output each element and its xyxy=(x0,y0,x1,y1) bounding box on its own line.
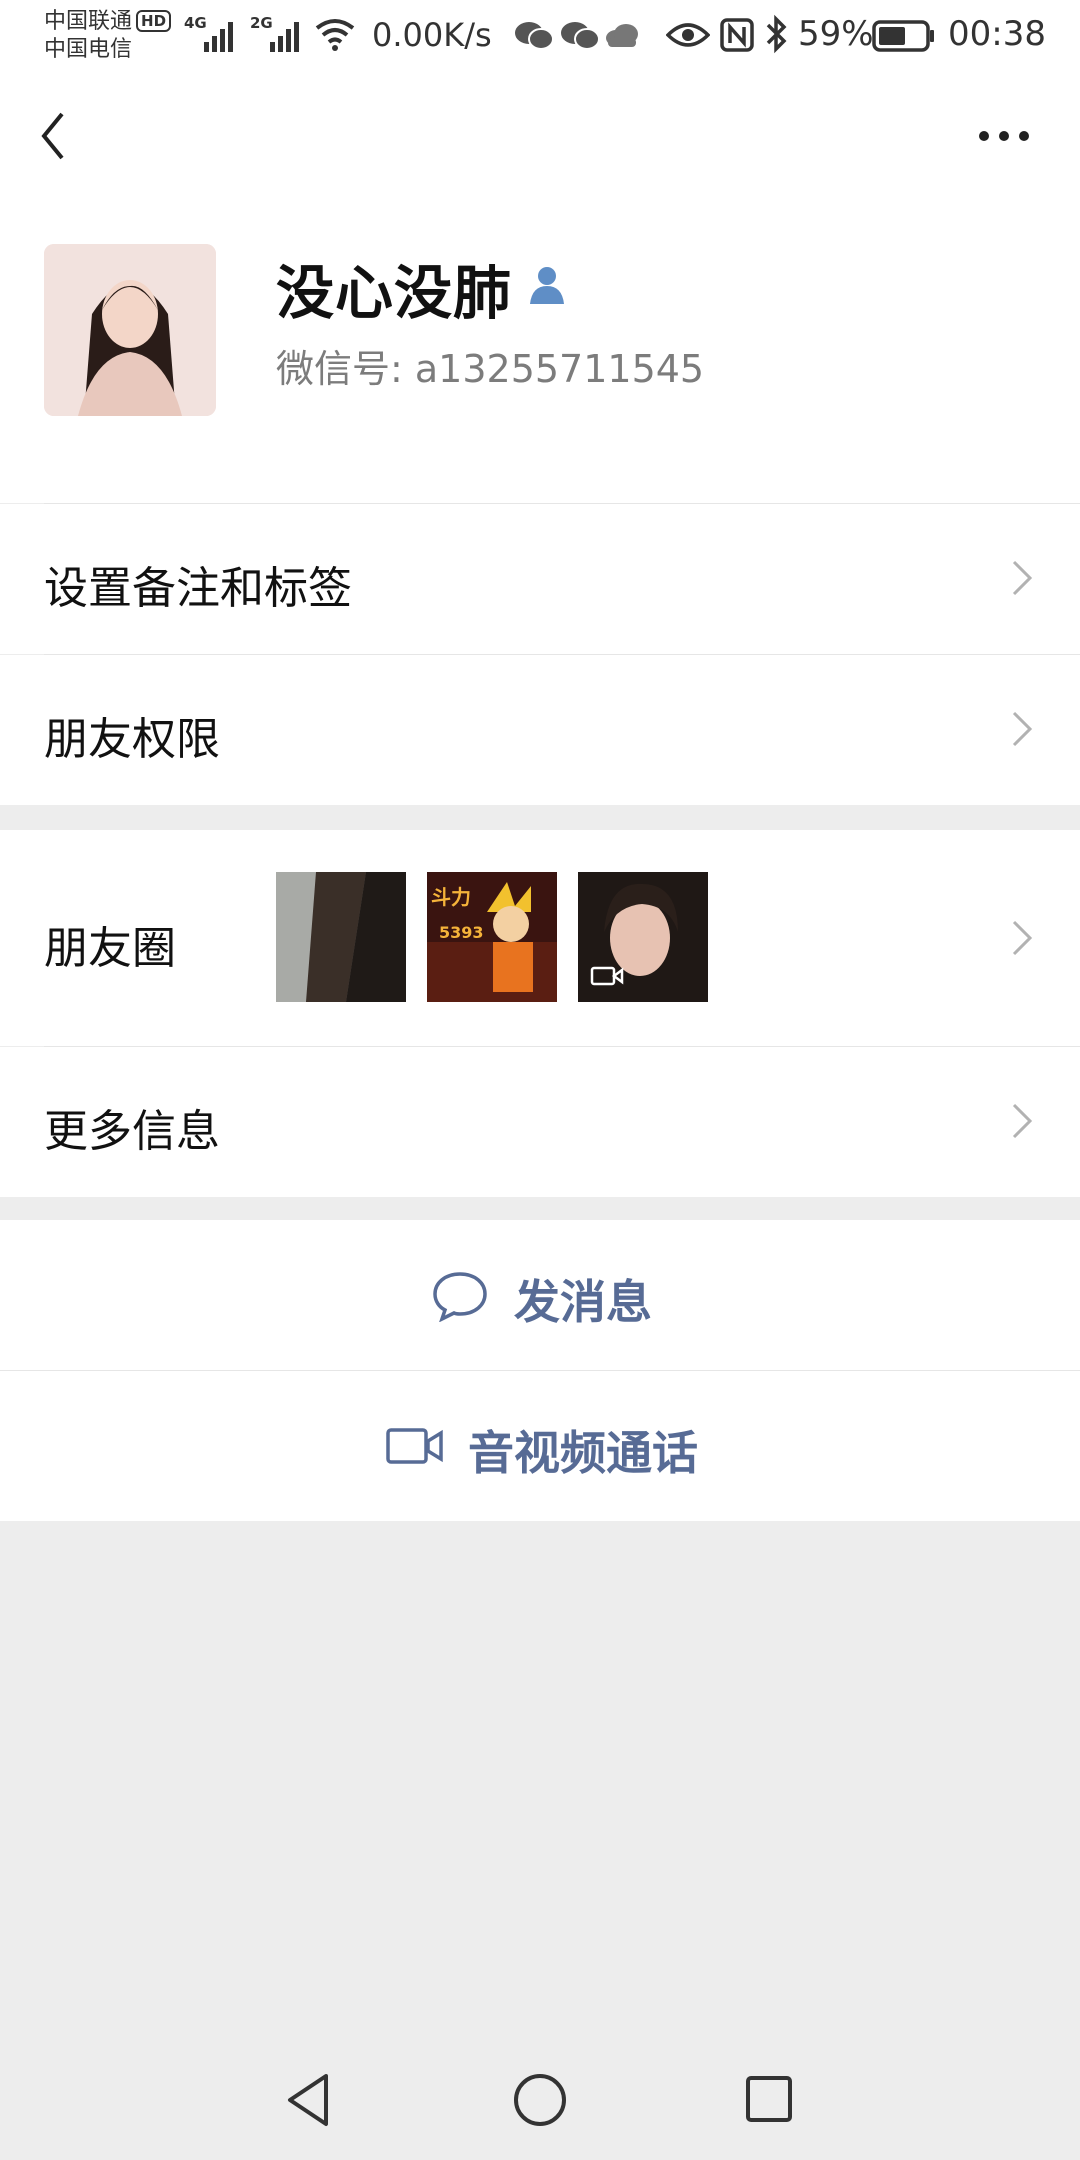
moment-photo-2-title: 斗力 xyxy=(431,885,471,909)
signal-icon-1 xyxy=(204,22,233,52)
contact-person-icon xyxy=(530,267,564,304)
status-bar: 中国联通 HD 中国电信 4G 2G 0.00K/s 59% 00:38 xyxy=(0,0,1080,76)
carrier-2: 中国电信 xyxy=(44,37,133,62)
nfc-icon xyxy=(720,18,754,52)
more-options-icon[interactable] xyxy=(976,128,1032,144)
nav-recents-icon[interactable] xyxy=(744,2074,794,2124)
moment-photo-2-number: 5393 xyxy=(439,923,484,942)
moments-label: 朋友圈 xyxy=(44,923,176,974)
top-bar xyxy=(0,76,1080,206)
carrier-info: 中国联通 HD 中国电信 xyxy=(44,8,172,64)
wechat-id: 微信号: a13255711545 xyxy=(276,347,705,391)
permission-label: 朋友权限 xyxy=(44,714,220,765)
signal-icon-2 xyxy=(270,22,299,52)
moment-photo-2-image: 斗力 5393 xyxy=(427,872,557,1002)
battery-icon xyxy=(872,20,934,52)
clock: 00:38 xyxy=(948,14,1046,54)
chevron-right-icon xyxy=(1012,1103,1033,1139)
chevron-right-icon xyxy=(1012,920,1033,956)
more-info-label: 更多信息 xyxy=(44,1106,220,1157)
video-camera-icon xyxy=(386,1428,443,1464)
chevron-right-icon xyxy=(1012,711,1033,747)
chevron-right-icon xyxy=(1012,560,1033,596)
friend-permissions-row[interactable]: 朋友权限 xyxy=(0,655,1080,805)
nav-home-icon[interactable] xyxy=(512,2072,568,2128)
video-call-button[interactable]: 音视频通话 xyxy=(0,1371,1080,1521)
video-call-label: 音视频通话 xyxy=(468,1426,698,1480)
chat-bubble-icon xyxy=(433,1272,487,1322)
system-nav-bar xyxy=(0,2040,1080,2160)
wechat-notification-icon-2 xyxy=(561,22,600,50)
contact-name: 没心没肺 xyxy=(276,259,513,327)
wifi-icon xyxy=(315,19,355,51)
moment-video-3[interactable] xyxy=(578,872,708,1002)
moment-photo-1-image xyxy=(276,872,406,1002)
back-arrow-icon[interactable] xyxy=(38,110,68,162)
send-message-label: 发消息 xyxy=(514,1275,652,1329)
moment-video-3-image xyxy=(578,872,708,1002)
wechat-notification-icon xyxy=(515,22,554,50)
more-info-row[interactable]: 更多信息 xyxy=(0,1047,1080,1197)
avatar[interactable] xyxy=(44,244,216,416)
remark-and-tags-row[interactable]: 设置备注和标签 xyxy=(0,504,1080,654)
cloud-icon xyxy=(606,24,638,47)
eye-icon xyxy=(666,23,710,47)
carrier-1: 中国联通 xyxy=(44,9,133,34)
hd-badge: HD xyxy=(136,10,172,32)
battery-percent: 59% xyxy=(798,14,874,54)
moment-photo-1[interactable] xyxy=(276,872,406,1002)
network-speed: 0.00K/s xyxy=(372,16,492,54)
avatar-photo xyxy=(44,244,216,416)
send-message-button[interactable]: 发消息 xyxy=(0,1220,1080,1370)
nav-back-icon[interactable] xyxy=(284,2072,332,2128)
remark-label: 设置备注和标签 xyxy=(44,563,352,614)
bluetooth-icon xyxy=(766,14,787,54)
profile-card: 没心没肺 微信号: a13255711545 xyxy=(0,206,1080,503)
moment-photo-2[interactable]: 斗力 5393 xyxy=(427,872,557,1002)
